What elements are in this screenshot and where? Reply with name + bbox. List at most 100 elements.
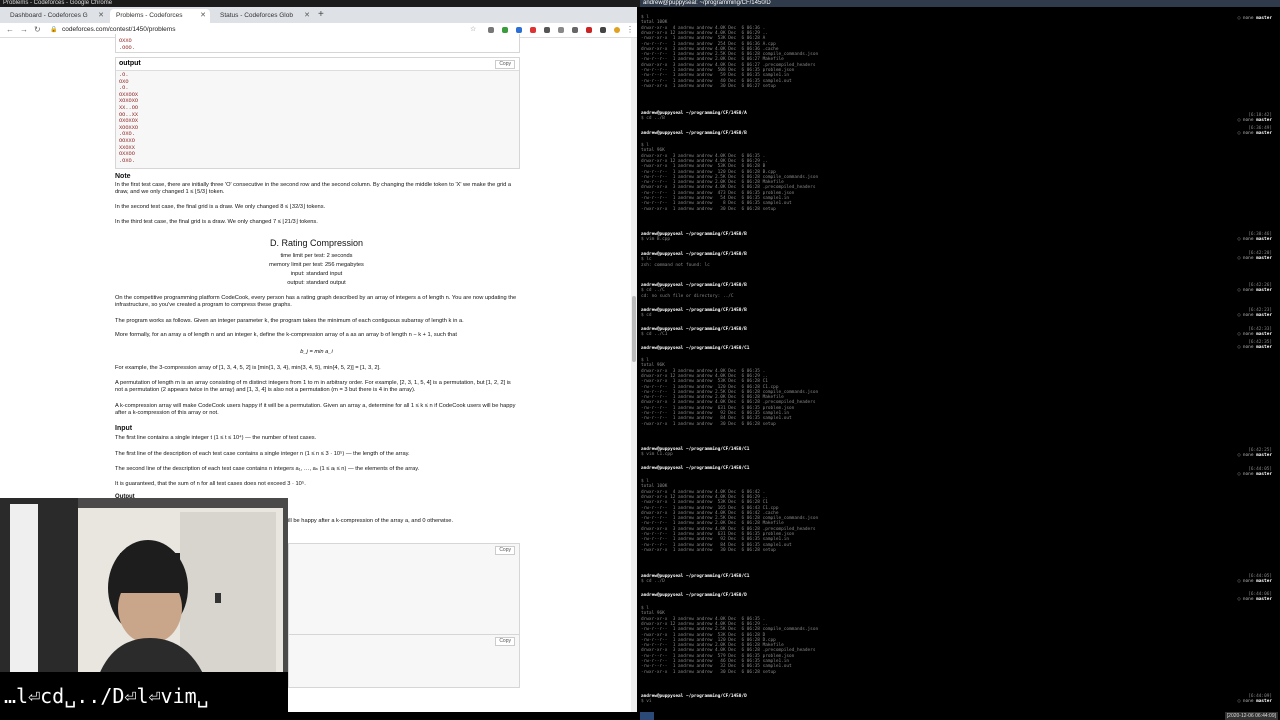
os-title-bar: Problems - Codeforces - Google Chrome an… <box>0 0 1280 7</box>
command-line: $ cd ../C <box>641 288 665 294</box>
extension-icon[interactable] <box>586 27 592 33</box>
command-line: $ cd ../B <box>641 116 665 122</box>
output-line: -rw-r--r-- 1 andrew andrew 120 Dec 6 06:… <box>641 169 776 175</box>
none-label: none <box>1242 579 1254 584</box>
close-icon[interactable]: ✕ <box>200 9 206 23</box>
none-label: none <box>1242 699 1254 704</box>
copy-button[interactable]: Copy <box>495 637 515 646</box>
input-line: .OOO. <box>119 44 135 51</box>
back-icon[interactable]: ← <box>6 23 14 37</box>
tab-problems[interactable]: Problems - Codeforces ✕ <box>110 9 210 23</box>
git-status: ○ none master <box>1237 16 1272 21</box>
output-line: total 96K <box>641 611 665 617</box>
prompt-line: andrew@puppyseal ~/programming/CF/1450/D <box>641 593 747 598</box>
new-tab-button[interactable]: + <box>318 9 324 21</box>
timestamp: [6:38:46] <box>1248 232 1272 237</box>
output-line: drwxr-xr-x 3 andrew andrew 4.0K Dec 6 06… <box>641 648 816 654</box>
none-label: none <box>1242 472 1254 477</box>
none-label: none <box>1242 131 1254 136</box>
tab-dashboard[interactable]: Dashboard - Codeforces G ✕ <box>4 9 108 23</box>
output-line: -rwxr-xr-x 1 andrew andrew 30 Dec 6 06:2… <box>641 206 776 212</box>
tab-status[interactable]: Status - Codeforces Glob ✕ <box>214 9 314 23</box>
output-line: -rw-r--r-- 1 andrew andrew 84 Dec 6 06:3… <box>641 416 792 422</box>
input-2: The first line of the description of eac… <box>115 451 410 457</box>
output-line: XX..OO <box>119 104 139 111</box>
git-status: ○ none master <box>1237 345 1272 350</box>
output-line: -rw-r--r-- 1 andrew andrew 40 Dec 6 06:3… <box>641 78 792 84</box>
output-line: drwxr-xr-x 4 andrew andrew 4.0K Dec 6 06… <box>641 25 766 31</box>
timestamp: [6:42:35] <box>1248 340 1272 345</box>
none-label: none <box>1242 453 1254 458</box>
output-line: .OXO. <box>119 131 135 138</box>
tab-label: Dashboard - Codeforces G <box>10 12 88 19</box>
output-line: -rw-r--r-- 1 andrew andrew 254 Dec 6 06:… <box>641 41 776 47</box>
extension-icon[interactable] <box>530 27 536 33</box>
menu-icon[interactable]: ⋮ <box>626 23 634 37</box>
extension-icon[interactable] <box>502 27 508 33</box>
statement-p2: The program works as follows. Given an i… <box>115 318 464 324</box>
none-label: none <box>1242 118 1254 123</box>
extension-icon[interactable] <box>558 27 564 33</box>
command-line: $ cd ../C1 <box>641 332 668 338</box>
forward-icon[interactable]: → <box>20 23 28 37</box>
git-branch: master <box>1256 16 1272 21</box>
timestamp: [6:42:26] <box>1248 283 1272 288</box>
terminal-window[interactable]: $ l total 100K drwxr-xr-x 4 andrew andrew … <box>640 7 1280 712</box>
output-line: drwxr-xr-x 3 andrew andrew 4.0K Dec 6 06… <box>641 400 816 406</box>
output-line: .O. <box>119 85 129 92</box>
copy-button[interactable]: Copy <box>495 546 515 555</box>
git-branch: master <box>1256 453 1272 458</box>
close-icon[interactable]: ✕ <box>304 9 310 23</box>
output-line: total 96K <box>641 148 665 154</box>
output-line: -rwxr-xr-x 1 andrew andrew 53K Dec 6 06:… <box>641 500 768 506</box>
extension-icon[interactable] <box>544 27 550 33</box>
scrollbar[interactable] <box>631 38 637 712</box>
output-line: -rw-r--r-- 1 andrew andrew 2.0K Dec 6 06… <box>641 521 784 527</box>
output-lines: .O. OXO .O. OXXOOX XOXOXO XX..OO OO..XX OXOXOX X… <box>119 72 138 164</box>
statement-p1: On the competitive programming platform … <box>115 295 517 308</box>
timestamp: [6:42:33] <box>1248 327 1272 332</box>
none-label: none <box>1242 16 1254 21</box>
formula: b_j = min a_i <box>300 349 333 355</box>
git-branch: master <box>1256 256 1272 261</box>
problem-title: D. Rating Compression <box>269 238 364 248</box>
output-line: -rw-r--r-- 1 andrew andrew 92 Dec 6 06:3… <box>641 537 790 543</box>
output-line: -rw-r--r-- 1 andrew andrew 8 Dec 6 06:35… <box>641 201 792 207</box>
output-line: OXO <box>119 78 129 85</box>
git-branch: master <box>1256 237 1272 242</box>
extension-icon[interactable] <box>488 27 494 33</box>
avatar[interactable] <box>614 27 620 33</box>
extension-icon[interactable] <box>572 27 578 33</box>
tab-label: Status - Codeforces Glob <box>220 12 293 19</box>
scrollbar-thumb[interactable] <box>632 296 636 362</box>
git-status: ○ none master <box>1237 579 1272 584</box>
git-branch: master <box>1256 288 1272 293</box>
extension-icon[interactable] <box>600 27 606 33</box>
output-line: -rw-r--r-- 1 andrew andrew 84 Dec 6 06:3… <box>641 542 792 548</box>
output-line: OOXXO <box>119 137 135 144</box>
timestamp: [6:44:09] <box>1248 694 1272 699</box>
output-desc: ill be happy after a k-compression of th… <box>288 518 454 524</box>
git-status: ○ none master <box>1237 699 1272 704</box>
command-line: $ lc <box>641 257 652 263</box>
command-line: $ cd ../D <box>641 579 665 585</box>
timestamp: [6:44:05] <box>1248 467 1272 472</box>
output-line: -rw-r--r-- 1 andrew andrew 473 Dec 6 06:… <box>641 190 795 196</box>
git-status: ○ none master <box>1237 332 1272 337</box>
extension-icon[interactable] <box>516 27 522 33</box>
prompt-line: andrew@puppyseal ~/programming/CF/1450/B <box>641 131 747 136</box>
output-line: OO..XX <box>119 111 139 118</box>
output-line: total 96K <box>641 363 665 369</box>
reload-icon[interactable]: ↻ <box>34 23 41 37</box>
prompt-line: andrew@puppyseal ~/programming/CF/1450/B <box>641 308 747 313</box>
status-bar: [2020-12-06 06:44:09] <box>640 712 1280 720</box>
none-label: none <box>1242 256 1254 261</box>
git-branch: master <box>1256 579 1272 584</box>
close-icon[interactable]: ✕ <box>98 9 104 23</box>
output-line: OXXOO <box>119 151 135 158</box>
copy-button[interactable]: Copy <box>495 60 515 69</box>
output-line: -rwxr-xr-x 1 andrew andrew 30 Dec 6 06:2… <box>641 669 776 675</box>
output-line: -rwxr-xr-x 1 andrew andrew 53K Dec 6 06:… <box>641 379 768 385</box>
timestamp: [6:18:42] <box>1248 113 1272 118</box>
output-line: -rw-r--r-- 1 andrew andrew 631 Dec 6 06:… <box>641 405 795 411</box>
